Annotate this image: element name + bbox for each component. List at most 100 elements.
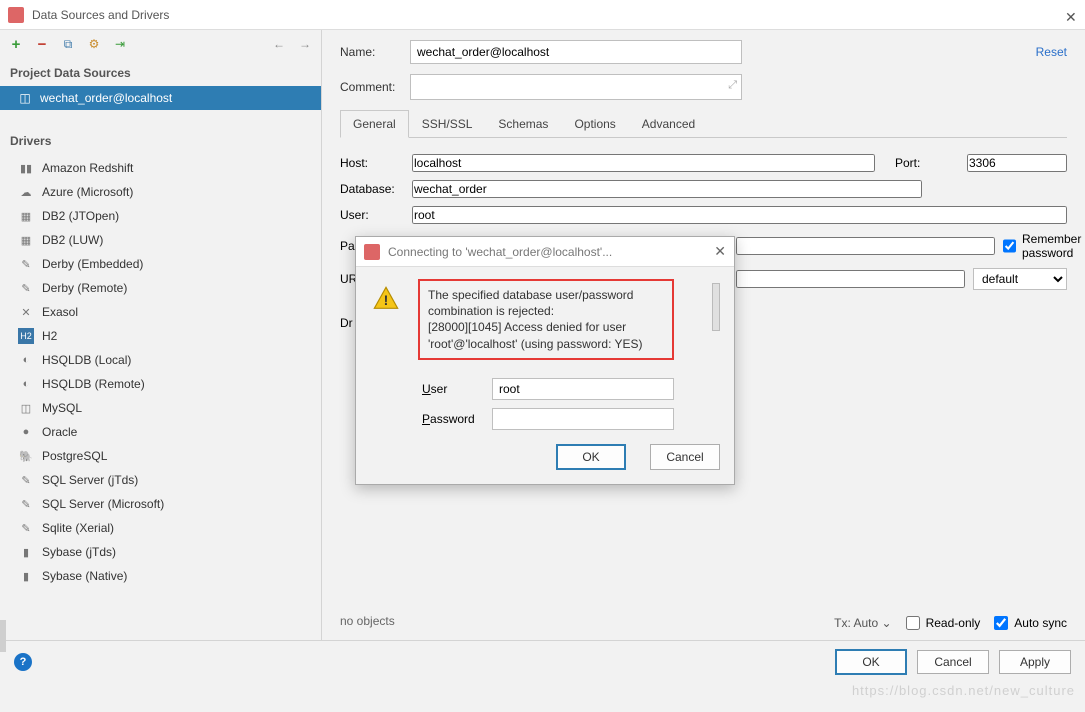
driver-item-sqlite[interactable]: ✎ Sqlite (Xerial): [0, 516, 321, 540]
error-line-1: The specified database user/password com…: [428, 287, 664, 319]
driver-item-mysql[interactable]: ◫MySQL: [0, 396, 321, 420]
db-icon: ◐: [18, 376, 34, 392]
app-icon: [364, 244, 380, 260]
tab-ssh-ssl[interactable]: SSH/SSL: [409, 110, 486, 137]
driver-label: Sybase (Native): [42, 569, 127, 583]
connection-error-dialog: Connecting to 'wechat_order@localhost'..…: [355, 236, 735, 485]
sidebar: + − ⧉ ⚙ ⇥ ← → Project Data Sources ◫ wec…: [0, 30, 322, 640]
driver-item-db2-luw[interactable]: ▦ DB2 (LUW): [0, 228, 321, 252]
modal-titlebar: Connecting to 'wechat_order@localhost'..…: [356, 237, 734, 267]
apply-button[interactable]: Apply: [999, 650, 1071, 674]
db-icon: ◐: [18, 352, 34, 368]
url-input[interactable]: [736, 270, 965, 288]
driver-item-derby-embedded[interactable]: ✎ Derby (Embedded): [0, 252, 321, 276]
driver-item-hsqldb-local[interactable]: ◐ HSQLDB (Local): [0, 348, 321, 372]
name-input[interactable]: [410, 40, 742, 64]
auto-sync-label: Auto sync: [1014, 616, 1067, 630]
driver-item-db2-jtopen[interactable]: ▦ DB2 (JTOpen): [0, 204, 321, 228]
tx-mode[interactable]: Tx: Auto ⌄: [834, 616, 891, 630]
modal-ok-button[interactable]: OK: [556, 444, 626, 470]
db-icon: ▦: [18, 208, 34, 224]
tab-general[interactable]: General: [340, 110, 409, 138]
tab-options[interactable]: Options: [561, 110, 628, 137]
password-input[interactable]: [736, 237, 995, 255]
driver-item-amazon-redshift[interactable]: ▮▮Amazon Redshift: [0, 156, 321, 180]
database-input[interactable]: [412, 180, 922, 198]
driver-item-oracle[interactable]: ●Oracle: [0, 420, 321, 444]
driver-item-sybase-native[interactable]: ▮ Sybase (Native): [0, 564, 321, 588]
driver-item-postgresql[interactable]: 🐘 PostgreSQL: [0, 444, 321, 468]
driver-item-azure[interactable]: ☁Azure (Microsoft): [0, 180, 321, 204]
tab-schemas[interactable]: Schemas: [485, 110, 561, 137]
close-icon[interactable]: ✕: [1065, 9, 1077, 21]
user-label: User:: [340, 208, 404, 222]
port-label: Port:: [895, 156, 959, 170]
close-icon[interactable]: ✕: [714, 243, 726, 260]
reset-link[interactable]: Reset: [1036, 45, 1067, 59]
comment-input[interactable]: ⤢: [410, 74, 742, 100]
nav-back-icon[interactable]: ←: [271, 36, 287, 52]
modal-user-input[interactable]: [492, 378, 674, 400]
driver-label: PostgreSQL: [42, 449, 107, 463]
app-icon: [8, 7, 24, 23]
add-icon[interactable]: +: [8, 36, 24, 52]
driver-label: Sybase (jTds): [42, 545, 116, 559]
elephant-icon: 🐘: [18, 448, 34, 464]
url-mode-select[interactable]: default: [973, 268, 1067, 290]
host-input[interactable]: [412, 154, 875, 172]
driver-item-derby-remote[interactable]: ✎Derby (Remote): [0, 276, 321, 300]
feather-icon: ✎: [18, 520, 34, 536]
scroll-hint: [0, 620, 6, 652]
db-icon: ▮: [18, 544, 34, 560]
warning-icon: !: [372, 285, 400, 313]
driver-label: Sqlite (Xerial): [42, 521, 114, 535]
modal-title: Connecting to 'wechat_order@localhost'..…: [388, 245, 714, 259]
import-icon[interactable]: ⇥: [112, 36, 128, 52]
user-input[interactable]: [412, 206, 1067, 224]
driver-item-sqlserver-ms[interactable]: ✎SQL Server (Microsoft): [0, 492, 321, 516]
driver-label: SQL Server (Microsoft): [42, 497, 164, 511]
driver-item-hsqldb-remote[interactable]: ◐ HSQLDB (Remote): [0, 372, 321, 396]
driver-label: Derby (Embedded): [42, 257, 143, 271]
remember-password-label: Remember password: [1022, 232, 1081, 260]
port-input[interactable]: [967, 154, 1067, 172]
feather-icon: ✎: [18, 256, 34, 272]
driver-label: H2: [42, 329, 57, 343]
db-icon: ▮: [18, 568, 34, 584]
remove-icon[interactable]: −: [34, 36, 50, 52]
copy-icon[interactable]: ⧉: [60, 36, 76, 52]
data-source-item[interactable]: ◫ wechat_order@localhost: [0, 86, 321, 110]
driver-label: HSQLDB (Local): [42, 353, 131, 367]
driver-item-h2[interactable]: H2H2: [0, 324, 321, 348]
driver-label: Amazon Redshift: [42, 161, 133, 175]
driver-item-exasol[interactable]: ✕Exasol: [0, 300, 321, 324]
modal-cancel-button[interactable]: Cancel: [650, 444, 720, 470]
modal-password-input[interactable]: [492, 408, 674, 430]
dialog-footer: ? OK Cancel Apply: [0, 640, 1085, 682]
expand-icon[interactable]: ⤢: [728, 79, 737, 92]
auto-sync-checkbox[interactable]: Auto sync: [994, 616, 1067, 630]
nav-forward-icon[interactable]: →: [297, 36, 313, 52]
driver-label: DB2 (JTOpen): [42, 209, 119, 223]
tabs: General SSH/SSL Schemas Options Advanced: [340, 110, 1067, 138]
ok-button[interactable]: OK: [835, 649, 907, 675]
driver-label: HSQLDB (Remote): [42, 377, 145, 391]
driver-label: Oracle: [42, 425, 77, 439]
chevron-down-icon: ⌄: [878, 616, 891, 630]
tab-advanced[interactable]: Advanced: [629, 110, 708, 137]
driver-label: Exasol: [42, 305, 78, 319]
driver-label: DB2 (LUW): [42, 233, 103, 247]
settings-icon[interactable]: ⚙: [86, 36, 102, 52]
driver-item-sqlserver-jtds[interactable]: ✎SQL Server (jTds): [0, 468, 321, 492]
help-icon[interactable]: ?: [14, 653, 32, 671]
host-label: Host:: [340, 156, 404, 170]
sidebar-toolbar: + − ⧉ ⚙ ⇥ ← →: [0, 30, 321, 58]
read-only-checkbox[interactable]: Read-only: [906, 616, 981, 630]
db-icon: ▦: [18, 232, 34, 248]
comment-label: Comment:: [340, 80, 410, 94]
remember-password-checkbox[interactable]: Remember password: [1003, 232, 1067, 260]
cancel-button[interactable]: Cancel: [917, 650, 989, 674]
project-data-sources-title: Project Data Sources: [0, 58, 321, 86]
driver-item-sybase-jtds[interactable]: ▮ Sybase (jTds): [0, 540, 321, 564]
modal-password-label: Password: [422, 412, 492, 426]
